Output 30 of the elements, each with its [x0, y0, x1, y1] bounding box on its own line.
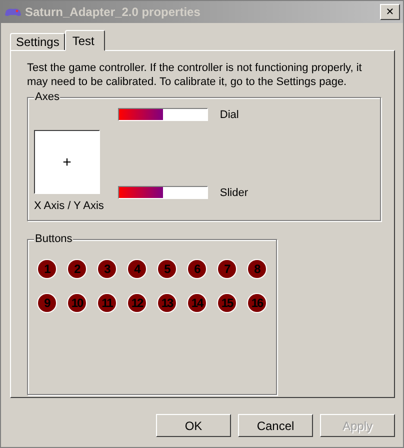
- button-indicator: 1: [38, 260, 56, 278]
- button-indicator: 12: [128, 294, 146, 312]
- button-indicator: 5: [158, 260, 176, 278]
- button-indicator: 13: [158, 294, 176, 312]
- button-indicator: 7: [218, 260, 236, 278]
- button-indicator: 10: [68, 294, 86, 312]
- meter-label: Slider: [220, 186, 248, 198]
- button-indicator: 8: [248, 260, 266, 278]
- group-title: Buttons: [34, 233, 74, 245]
- button-indicator: 9: [38, 294, 56, 312]
- button-indicator: 14: [188, 294, 206, 312]
- button-indicator: 3: [98, 260, 116, 278]
- intro-text: Test the game controller. If the controller is not functioning properly, it may need to be calibrated. To calibrate it, go to the Settings page.: [27, 61, 363, 89]
- button-indicator: 11: [98, 294, 116, 312]
- xy-axis-label: X Axis / Y Axis: [34, 200, 104, 212]
- button-indicator: 15: [218, 294, 236, 312]
- gamepad-icon: [4, 6, 22, 18]
- meter-label: Dial: [220, 108, 239, 120]
- tab[interactable]: Settings: [10, 33, 66, 51]
- close-button[interactable]: ✕: [380, 4, 400, 20]
- dialog-button[interactable]: Cancel: [238, 414, 313, 437]
- button-indicator: 16: [248, 294, 266, 312]
- tab[interactable]: Test: [65, 30, 106, 51]
- window-title: Saturn_Adapter_2.0 properties: [25, 5, 202, 19]
- button-indicator: 6: [188, 260, 206, 278]
- button-indicator: 2: [68, 260, 86, 278]
- crosshair: +: [62, 154, 72, 170]
- dialog-button[interactable]: OK: [156, 414, 231, 437]
- group-title: Axes: [34, 91, 60, 103]
- button-indicator: 4: [128, 260, 146, 278]
